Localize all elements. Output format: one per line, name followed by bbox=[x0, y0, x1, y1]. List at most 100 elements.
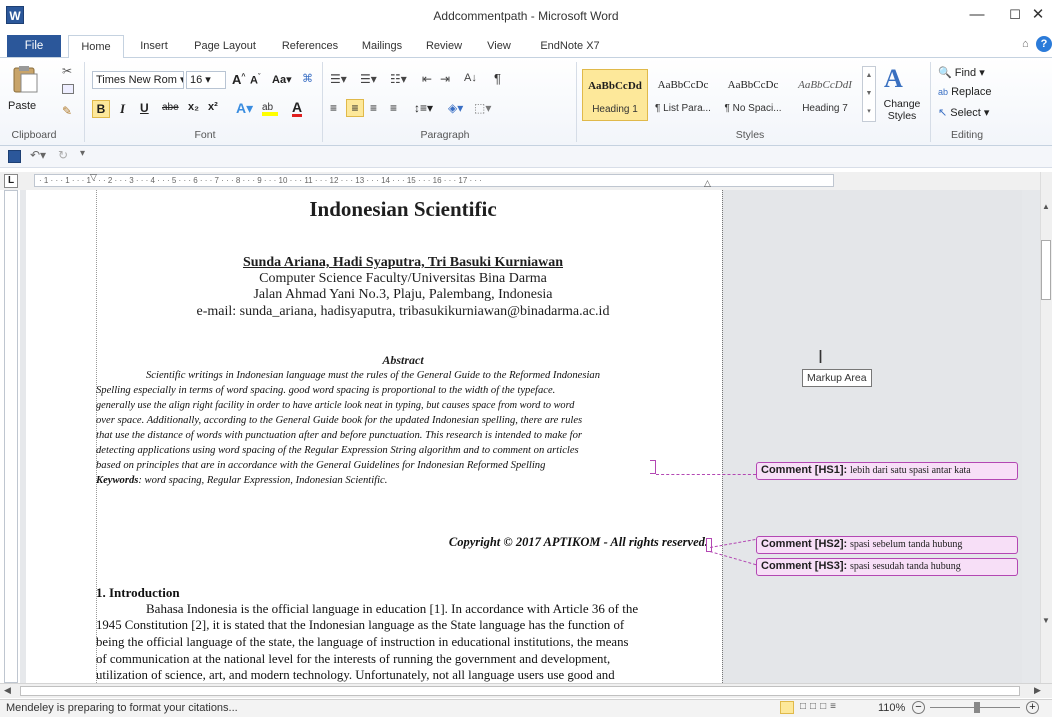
justify-icon[interactable]: ≡ bbox=[390, 101, 397, 115]
format-painter-icon[interactable]: ✎ bbox=[62, 104, 72, 118]
markup-area-tooltip: Markup Area bbox=[802, 369, 872, 387]
vertical-scroll-thumb[interactable] bbox=[1041, 240, 1051, 300]
clear-formatting-icon[interactable]: ⌘ bbox=[302, 72, 313, 85]
zoom-in-button[interactable]: + bbox=[1026, 701, 1039, 714]
tab-review[interactable]: Review bbox=[416, 35, 472, 57]
indent-marker-icon[interactable]: ▽ bbox=[90, 172, 97, 183]
zoom-level[interactable]: 110% bbox=[878, 702, 905, 714]
shading-icon[interactable]: ◈▾ bbox=[448, 101, 463, 115]
scroll-right-icon[interactable]: ▶ bbox=[1034, 685, 1041, 696]
undo-icon[interactable]: ↶▾ bbox=[30, 148, 46, 162]
help-icon[interactable]: ? bbox=[1036, 36, 1052, 52]
comment-balloon-hs2[interactable]: Comment [HS2]: spasi sebelum tanda hubun… bbox=[756, 536, 1018, 554]
close-button[interactable]: ✕ bbox=[1024, 0, 1052, 30]
bold-button[interactable]: B bbox=[92, 100, 110, 118]
group-divider bbox=[84, 62, 85, 142]
binoculars-icon: 🔍 bbox=[938, 67, 952, 79]
font-color-icon[interactable]: A bbox=[292, 100, 303, 117]
zoom-slider-thumb[interactable] bbox=[974, 702, 980, 713]
markup-area[interactable] bbox=[722, 190, 1022, 683]
style-list-paragraph[interactable]: AaBbCcDc ¶ List Para... bbox=[650, 69, 716, 121]
comment-anchor-hs1[interactable] bbox=[650, 460, 656, 474]
scroll-up-icon[interactable]: ▲ bbox=[1042, 202, 1050, 211]
print-layout-view-icon[interactable] bbox=[780, 701, 794, 714]
italic-button[interactable]: I bbox=[120, 101, 125, 117]
comment-connector-hs1 bbox=[656, 474, 756, 475]
font-size-dropdown[interactable]: 16 ▾ bbox=[186, 71, 226, 89]
align-right-icon[interactable]: ≡ bbox=[370, 101, 377, 115]
decrease-indent-icon[interactable]: ⇤ bbox=[422, 72, 432, 86]
tab-home[interactable]: Home bbox=[68, 35, 124, 59]
abstract-line: that use the distance of words with punc… bbox=[96, 430, 582, 441]
vertical-ruler[interactable] bbox=[4, 190, 18, 683]
comment-balloon-hs1[interactable]: Comment [HS1]: lebih dari satu spasi ant… bbox=[756, 462, 1018, 480]
align-left-icon[interactable]: ≡ bbox=[330, 101, 337, 115]
comment-anchor-hs2[interactable] bbox=[706, 538, 712, 552]
tab-page-layout[interactable]: Page Layout bbox=[184, 35, 266, 57]
replace-icon: ab bbox=[938, 87, 949, 97]
copy-icon[interactable] bbox=[62, 84, 74, 94]
scroll-down-icon[interactable]: ▼ bbox=[1042, 616, 1050, 625]
abstract-line: Spelling especially in terms of word spa… bbox=[96, 385, 556, 396]
scroll-left-icon[interactable]: ◀ bbox=[4, 685, 11, 696]
style-heading-7[interactable]: AaBbCcDdI Heading 7 bbox=[792, 69, 858, 121]
bullets-icon[interactable]: ☰▾ bbox=[330, 72, 347, 86]
grow-font-icon[interactable]: A^ bbox=[232, 72, 245, 87]
font-name-dropdown[interactable]: Times New Rom ▾ bbox=[92, 71, 184, 89]
strikethrough-button[interactable]: abe bbox=[162, 102, 179, 113]
right-indent-marker-icon[interactable]: △ bbox=[704, 178, 711, 189]
minimize-ribbon-icon[interactable]: ⌂ bbox=[1022, 38, 1029, 50]
change-styles-button[interactable]: Change Styles bbox=[882, 98, 922, 122]
increase-indent-icon[interactable]: ⇥ bbox=[440, 72, 450, 86]
align-center-icon[interactable]: ≡ bbox=[346, 99, 364, 117]
customize-qat-icon[interactable]: ▾ bbox=[80, 148, 85, 159]
subscript-button[interactable]: x₂ bbox=[188, 101, 199, 113]
multilevel-list-icon[interactable]: ☷▾ bbox=[390, 72, 407, 86]
style-no-spacing[interactable]: AaBbCcDc ¶ No Spaci... bbox=[720, 69, 786, 121]
styles-group-label: Styles bbox=[735, 129, 765, 141]
change-styles-icon[interactable]: A bbox=[884, 64, 903, 94]
tab-mailings[interactable]: Mailings bbox=[352, 35, 412, 57]
text-effects-icon[interactable]: A▾ bbox=[236, 100, 253, 117]
sort-icon[interactable]: A↓ bbox=[464, 72, 477, 84]
find-button[interactable]: 🔍 Find ▾ bbox=[938, 66, 985, 79]
status-message: Mendeley is preparing to format your cit… bbox=[6, 702, 238, 714]
save-icon[interactable] bbox=[8, 150, 21, 163]
paste-button[interactable] bbox=[10, 64, 44, 104]
zoom-out-button[interactable]: − bbox=[912, 701, 925, 714]
show-hide-icon[interactable]: ¶ bbox=[494, 71, 501, 86]
abstract-line: based on principles that are in accordan… bbox=[96, 460, 546, 471]
borders-icon[interactable]: ⬚▾ bbox=[474, 101, 491, 115]
highlight-icon[interactable]: ab bbox=[262, 102, 278, 116]
shrink-font-icon[interactable]: Aˇ bbox=[250, 74, 260, 87]
change-case-button[interactable]: Aa▾ bbox=[272, 73, 292, 86]
numbering-icon[interactable]: ☰▾ bbox=[360, 72, 377, 86]
superscript-button[interactable]: x² bbox=[208, 101, 218, 113]
tab-view[interactable]: View bbox=[476, 35, 522, 57]
tab-file[interactable]: File bbox=[7, 35, 61, 57]
horizontal-ruler[interactable]: · 1 · · · 1 · · · 1 · · · 2 · · · 3 · · … bbox=[34, 174, 834, 187]
abstract-line: over space. Additionally, according to t… bbox=[96, 415, 583, 426]
redo-icon[interactable]: ↻ bbox=[58, 148, 68, 162]
tab-selector-icon[interactable]: L bbox=[4, 174, 18, 188]
underline-button[interactable]: U bbox=[140, 101, 149, 115]
view-buttons[interactable]: □□□≡ bbox=[800, 701, 840, 712]
intro-line: Bahasa Indonesia is the official languag… bbox=[146, 601, 639, 616]
comment-balloon-hs3[interactable]: Comment [HS3]: spasi sesudah tanda hubun… bbox=[756, 558, 1018, 576]
styles-gallery-scroll[interactable]: ▲ ▼ ▾ bbox=[862, 66, 876, 122]
cut-icon[interactable]: ✂ bbox=[62, 64, 72, 78]
line-spacing-icon[interactable]: ↕≡▾ bbox=[414, 101, 433, 115]
replace-button[interactable]: ab Replace bbox=[938, 86, 991, 98]
group-divider bbox=[322, 62, 323, 142]
style-heading-1[interactable]: AaBbCcDd Heading 1 bbox=[582, 69, 648, 121]
select-button[interactable]: ↖ Select ▾ bbox=[938, 106, 989, 119]
tab-endnote[interactable]: EndNote X7 bbox=[528, 35, 612, 57]
tab-references[interactable]: References bbox=[272, 35, 348, 57]
abstract-line: generally use the align right facility i… bbox=[96, 400, 575, 411]
paste-label[interactable]: Paste bbox=[8, 100, 36, 112]
tab-insert[interactable]: Insert bbox=[128, 35, 180, 57]
abstract-title: Abstract bbox=[382, 353, 424, 367]
horizontal-scroll-thumb[interactable] bbox=[20, 686, 1020, 696]
authors: Sunda Ariana, Hadi Syaputra, Tri Basuki … bbox=[242, 255, 564, 270]
editing-group-label: Editing bbox=[950, 129, 984, 141]
